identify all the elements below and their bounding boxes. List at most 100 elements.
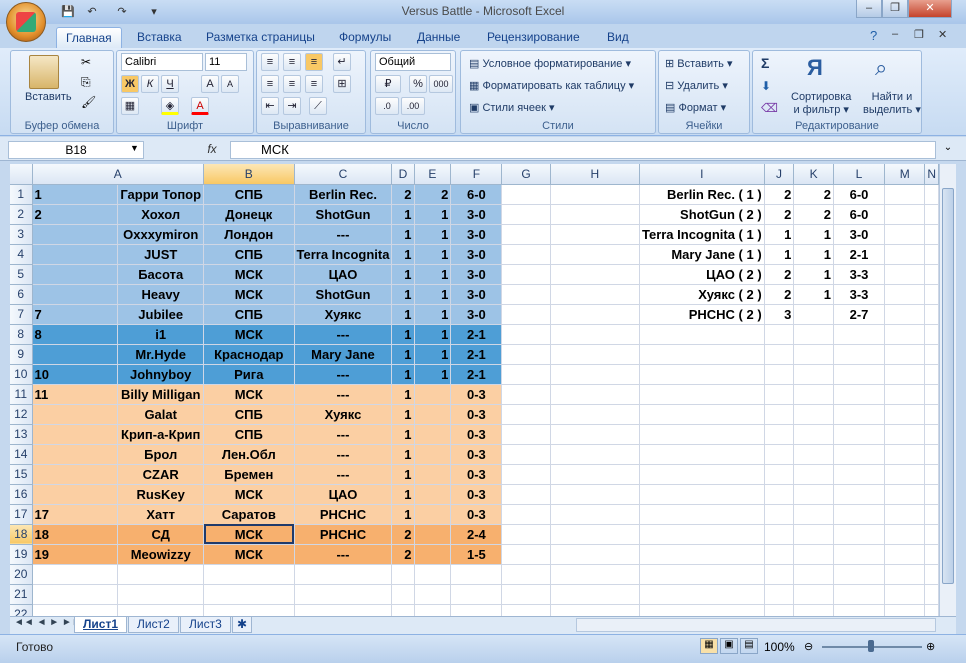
tab-home[interactable]: Главная <box>56 27 122 48</box>
insert-cells-button[interactable]: ⊞ Вставить ▾ <box>665 57 733 70</box>
cell[interactable]: 1 <box>414 224 452 245</box>
cell[interactable]: 1 <box>391 264 415 285</box>
minimize-button[interactable]: – <box>856 0 882 18</box>
cell[interactable] <box>884 324 926 345</box>
cell[interactable] <box>764 364 795 385</box>
cell[interactable]: Рига <box>203 364 295 385</box>
column-header-a[interactable]: A <box>32 164 205 185</box>
cell[interactable] <box>32 244 119 265</box>
cell[interactable] <box>793 304 834 325</box>
cell[interactable]: 0-3 <box>450 504 503 525</box>
cell[interactable] <box>32 284 119 305</box>
cell[interactable]: Краснодар <box>203 344 295 365</box>
tab-view[interactable]: Вид <box>598 27 638 48</box>
cell[interactable]: 2 <box>793 184 834 205</box>
cell[interactable] <box>833 344 886 365</box>
cell[interactable] <box>501 224 551 245</box>
cell[interactable]: РНСНС ( 2 ) <box>639 304 765 325</box>
cell[interactable]: Heavy <box>117 284 205 305</box>
cell[interactable] <box>501 464 551 485</box>
cell[interactable] <box>924 584 939 605</box>
cell[interactable] <box>833 584 886 605</box>
cell[interactable]: СД <box>117 524 205 545</box>
cell[interactable] <box>550 444 640 465</box>
cell[interactable] <box>884 204 926 225</box>
name-box[interactable]: B18 <box>8 141 144 159</box>
cell[interactable]: --- <box>294 444 393 465</box>
cell[interactable] <box>924 444 939 465</box>
cell[interactable] <box>414 544 452 565</box>
cell[interactable] <box>884 264 926 285</box>
cell[interactable] <box>639 524 765 545</box>
bold-button[interactable]: Ж <box>121 75 139 93</box>
office-button[interactable] <box>6 2 46 42</box>
cell[interactable]: RusKey <box>117 484 205 505</box>
horizontal-scrollbar[interactable] <box>576 618 936 632</box>
ribbon-restore-icon[interactable]: ❐ <box>914 28 924 41</box>
cell[interactable]: ЦАО <box>294 264 393 285</box>
cell[interactable] <box>924 244 939 265</box>
cell[interactable] <box>501 404 551 425</box>
cell[interactable] <box>764 584 795 605</box>
cell[interactable]: 2 <box>764 204 795 225</box>
cell[interactable]: МСК <box>203 384 295 405</box>
cell[interactable]: ЦАО ( 2 ) <box>639 264 765 285</box>
cell[interactable] <box>501 484 551 505</box>
cell[interactable] <box>32 604 119 616</box>
cell[interactable] <box>793 344 834 365</box>
cell[interactable]: 2-1 <box>450 324 503 345</box>
cell[interactable] <box>414 464 452 485</box>
cell[interactable]: --- <box>294 324 393 345</box>
cell[interactable] <box>550 564 640 585</box>
cell[interactable]: 1 <box>391 344 415 365</box>
cell[interactable] <box>639 484 765 505</box>
cell[interactable] <box>501 284 551 305</box>
cell[interactable] <box>32 344 119 365</box>
cell[interactable] <box>414 404 452 425</box>
cell[interactable] <box>884 364 926 385</box>
cell[interactable] <box>501 544 551 565</box>
cell[interactable]: Terra Incognita <box>294 244 393 265</box>
cell[interactable]: 1 <box>391 424 415 445</box>
cell[interactable] <box>414 484 452 505</box>
column-header-h[interactable]: H <box>550 164 640 185</box>
cell[interactable] <box>884 284 926 305</box>
cell[interactable] <box>501 524 551 545</box>
cell[interactable]: --- <box>294 224 393 245</box>
cell[interactable]: МСК <box>203 324 295 345</box>
cell[interactable] <box>639 324 765 345</box>
cell[interactable]: 10 <box>32 364 119 385</box>
column-header-j[interactable]: J <box>764 164 795 185</box>
cell[interactable]: Berlin Rec. ( 1 ) <box>639 184 765 205</box>
cell[interactable]: 3-0 <box>833 224 886 245</box>
cell[interactable]: Jubilee <box>117 304 205 325</box>
cell[interactable] <box>501 244 551 265</box>
fill-color-icon[interactable]: ◈ <box>161 97 179 115</box>
cell[interactable]: 3-0 <box>450 264 503 285</box>
cell[interactable]: 2 <box>414 184 452 205</box>
cell[interactable]: МСК <box>203 524 295 545</box>
column-header-l[interactable]: L <box>833 164 886 185</box>
cell[interactable] <box>550 344 640 365</box>
cell[interactable] <box>391 604 415 616</box>
thousands-button[interactable]: 000 <box>429 75 453 93</box>
cell[interactable] <box>550 404 640 425</box>
number-format-select[interactable]: Общий <box>375 53 451 71</box>
cell[interactable] <box>117 604 205 616</box>
cell[interactable]: РНСНС <box>294 504 393 525</box>
cell[interactable] <box>414 524 452 545</box>
font-color-icon[interactable]: A <box>191 97 209 115</box>
cell[interactable]: 3-3 <box>833 284 886 305</box>
cell[interactable]: 1 <box>414 264 452 285</box>
cell[interactable] <box>924 364 939 385</box>
cell[interactable] <box>884 604 926 616</box>
column-header-i[interactable]: I <box>639 164 765 185</box>
sheet-tab-3[interactable]: Лист3 <box>180 617 231 633</box>
cell[interactable] <box>501 384 551 405</box>
sheet-tab-1[interactable]: Лист1 <box>74 617 128 633</box>
cell[interactable] <box>501 204 551 225</box>
cell[interactable]: 1 <box>793 284 834 305</box>
cell[interactable] <box>833 604 886 616</box>
cell[interactable]: 8 <box>32 324 119 345</box>
cell[interactable] <box>764 604 795 616</box>
